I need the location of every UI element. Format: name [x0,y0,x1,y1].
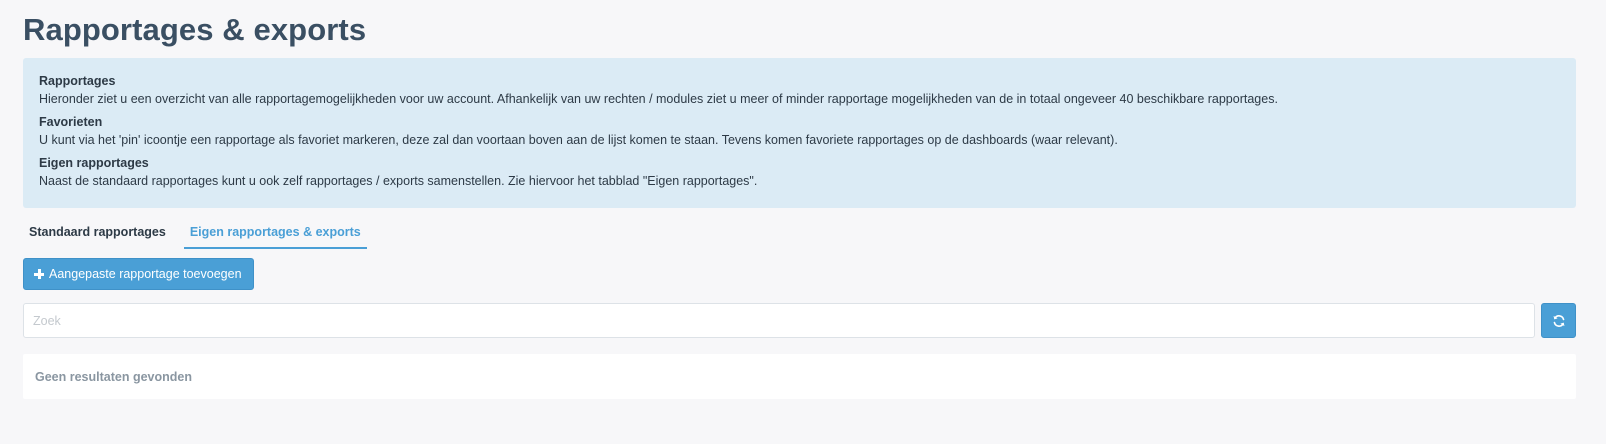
info-section-favorieten: Favorieten U kunt via het 'pin' icoontje… [39,114,1560,149]
refresh-button[interactable] [1541,303,1576,338]
refresh-icon [1553,314,1564,327]
info-panel: Rapportages Hieronder ziet u een overzic… [23,58,1576,208]
info-text: U kunt via het 'pin' icoontje een rappor… [39,133,1118,147]
tab-bar: Standaard rapportages Eigen rapportages … [23,222,367,250]
tab-eigen-rapportages[interactable]: Eigen rapportages & exports [183,222,367,249]
plus-icon [34,269,44,279]
add-custom-report-button[interactable]: Aangepaste rapportage toevoegen [23,258,254,290]
info-section-rapportages: Rapportages Hieronder ziet u een overzic… [39,73,1560,108]
info-heading: Favorieten [39,115,103,129]
info-section-eigen-rapportages: Eigen rapportages Naast de standaard rap… [39,155,1560,190]
info-text: Naast de standaard rapportages kunt u oo… [39,174,758,188]
info-text: Hieronder ziet u een overzicht van alle … [39,92,1278,106]
tab-standaard-rapportages[interactable]: Standaard rapportages [23,222,172,247]
info-heading: Rapportages [39,74,116,88]
page-title: Rapportages & exports [23,12,367,47]
search-input[interactable] [23,303,1535,338]
info-heading: Eigen rapportages [39,156,149,170]
add-custom-report-label: Aangepaste rapportage toevoegen [49,267,242,281]
no-results-message: Geen resultaten gevonden [35,369,192,384]
results-panel: Geen resultaten gevonden [23,354,1576,399]
